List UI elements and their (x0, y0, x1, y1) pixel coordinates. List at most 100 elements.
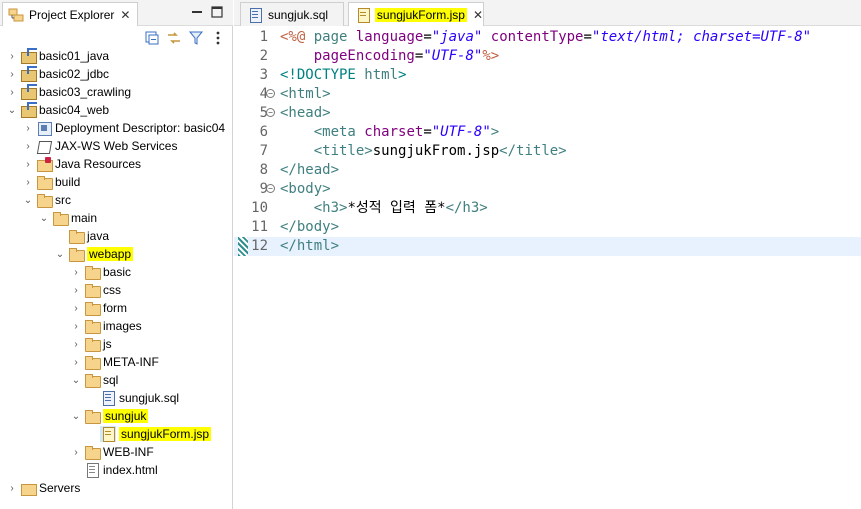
code-text: <h3>*성적 입력 폼*</h3> (280, 199, 488, 218)
tree-item[interactable]: ⌄ basic04_web (0, 101, 232, 119)
code-line[interactable]: 2 pageEncoding="UTF-8"%> (234, 47, 861, 66)
tree-item[interactable]: sungjuk.sql (0, 389, 232, 407)
close-icon[interactable]: ✕ (473, 8, 483, 22)
chevron-down-icon[interactable]: ⌄ (54, 245, 66, 263)
chevron-down-icon[interactable]: ⌄ (70, 371, 82, 389)
folder-icon (68, 228, 85, 244)
tab-sungjuk-sql[interactable]: sungjuk.sql (240, 2, 344, 26)
code-token: <meta (313, 124, 365, 140)
chevron-right-icon[interactable]: › (6, 83, 18, 101)
chevron-right-icon[interactable]: › (70, 317, 82, 335)
code-line[interactable]: 11 </body> (234, 218, 861, 237)
code-token: <!DOCTYPE (280, 67, 365, 83)
java-resources-icon (36, 156, 53, 172)
folder-icon (36, 174, 53, 190)
code-text: <html> (280, 85, 331, 104)
tree-item[interactable]: › basic02_jdbc (0, 65, 232, 83)
chevron-down-icon[interactable]: ⌄ (6, 101, 18, 119)
tree-item-label: sungjuk (103, 409, 149, 423)
sql-file-icon (247, 7, 263, 23)
tree-item[interactable]: ⌄ src (0, 191, 232, 209)
line-number: 11 (251, 219, 268, 235)
fold-toggle-icon[interactable]: − (266, 89, 275, 98)
project-icon (20, 102, 37, 118)
code-line[interactable]: 12 </html> (234, 237, 861, 256)
tree-item[interactable]: › Deployment Descriptor: basic04 (0, 119, 232, 137)
code-token: *성적 입력 폼* (347, 200, 446, 216)
chevron-down-icon[interactable]: ⌄ (22, 191, 34, 209)
view-menu-icon[interactable] (210, 30, 226, 46)
tree-item[interactable]: › js (0, 335, 232, 353)
tree-item[interactable]: ⌄ sql (0, 371, 232, 389)
tree-item[interactable]: › form (0, 299, 232, 317)
tree-item-label: css (103, 283, 121, 297)
collapse-all-icon[interactable] (144, 30, 160, 46)
maximize-icon[interactable] (210, 5, 224, 19)
line-number: 9 (259, 181, 268, 197)
tree-item[interactable]: › css (0, 281, 232, 299)
code-line[interactable]: 10 <h3>*성적 입력 폼*</h3> (234, 199, 861, 218)
code-line[interactable]: 7 <title>sungjukFrom.jsp</title> (234, 142, 861, 161)
tree-item[interactable]: › WEB-INF (0, 443, 232, 461)
editor-tab-bar: sungjuk.sql sungjukForm.jsp ✕ (234, 0, 861, 26)
chevron-right-icon[interactable]: › (6, 47, 18, 65)
line-number: 6 (259, 124, 268, 140)
servers-icon (20, 480, 37, 496)
filter-icon[interactable] (188, 30, 204, 46)
fold-toggle-icon[interactable]: − (266, 184, 275, 193)
tree-item[interactable]: › build (0, 173, 232, 191)
code-line[interactable]: 5− <head> (234, 104, 861, 123)
tree-item[interactable]: ⌄ main (0, 209, 232, 227)
tab-label: sungjuk.sql (268, 7, 329, 22)
code-line[interactable]: 1 <%@ page language="java" contentType="t… (234, 28, 861, 47)
code-text: <title>sungjukFrom.jsp</title> (280, 142, 567, 161)
tree-item[interactable]: › images (0, 317, 232, 335)
chevron-down-icon[interactable]: ⌄ (38, 209, 50, 227)
chevron-right-icon[interactable]: › (6, 479, 18, 497)
chevron-right-icon[interactable]: › (70, 299, 82, 317)
tree-item[interactable]: › basic01_java (0, 47, 232, 65)
chevron-right-icon[interactable]: › (70, 335, 82, 353)
fold-toggle-icon[interactable]: − (266, 108, 275, 117)
code-line[interactable]: 8 </head> (234, 161, 861, 180)
tree-item[interactable]: › META-INF (0, 353, 232, 371)
chevron-right-icon[interactable]: › (70, 281, 82, 299)
tree-item[interactable]: › Java Resources (0, 155, 232, 173)
tree-item[interactable]: sungjukForm.jsp (0, 425, 232, 443)
tree-item[interactable]: java (0, 227, 232, 245)
folder-icon (84, 444, 101, 460)
line-number: 2 (259, 48, 268, 64)
link-with-editor-icon[interactable] (166, 30, 182, 46)
chevron-right-icon[interactable]: › (22, 119, 34, 137)
chevron-right-icon[interactable]: › (22, 173, 34, 191)
code-line[interactable]: 3 <!DOCTYPE html> (234, 66, 861, 85)
tree-item[interactable]: › Servers (0, 479, 232, 497)
tree-item[interactable]: ⌄ webapp (0, 245, 232, 263)
chevron-down-icon[interactable]: ⌄ (70, 407, 82, 425)
tree-item[interactable]: index.html (0, 461, 232, 479)
tree-item[interactable]: › basic (0, 263, 232, 281)
code-line[interactable]: 9− <body> (234, 180, 861, 199)
chevron-right-icon[interactable]: › (22, 155, 34, 173)
minimize-icon[interactable] (190, 5, 204, 19)
code-line[interactable]: 6 <meta charset="UTF-8"> (234, 123, 861, 142)
chevron-right-icon[interactable]: › (6, 65, 18, 83)
project-explorer-panel: Project Explorer ✕ › basic01_java › basic02… (0, 0, 233, 509)
close-icon[interactable]: ✕ (120, 8, 130, 22)
tab-project-explorer[interactable]: Project Explorer ✕ (2, 2, 138, 26)
tree-item[interactable]: › JAX-WS Web Services (0, 137, 232, 155)
code-line[interactable]: 4− <html> (234, 85, 861, 104)
code-token: </html> (280, 238, 340, 254)
chevron-right-icon[interactable]: › (70, 443, 82, 461)
line-number: 4 (259, 86, 268, 102)
chevron-right-icon[interactable]: › (70, 353, 82, 371)
chevron-right-icon[interactable]: › (70, 263, 82, 281)
code-token: <html> (280, 86, 331, 102)
code-text: pageEncoding="UTF-8"%> (280, 47, 499, 66)
chevron-right-icon[interactable]: › (22, 137, 34, 155)
tree-item[interactable]: › basic03_crawling (0, 83, 232, 101)
tab-sungjukform-jsp[interactable]: sungjukForm.jsp ✕ (348, 2, 484, 26)
tree-item[interactable]: ⌄ sungjuk (0, 407, 232, 425)
